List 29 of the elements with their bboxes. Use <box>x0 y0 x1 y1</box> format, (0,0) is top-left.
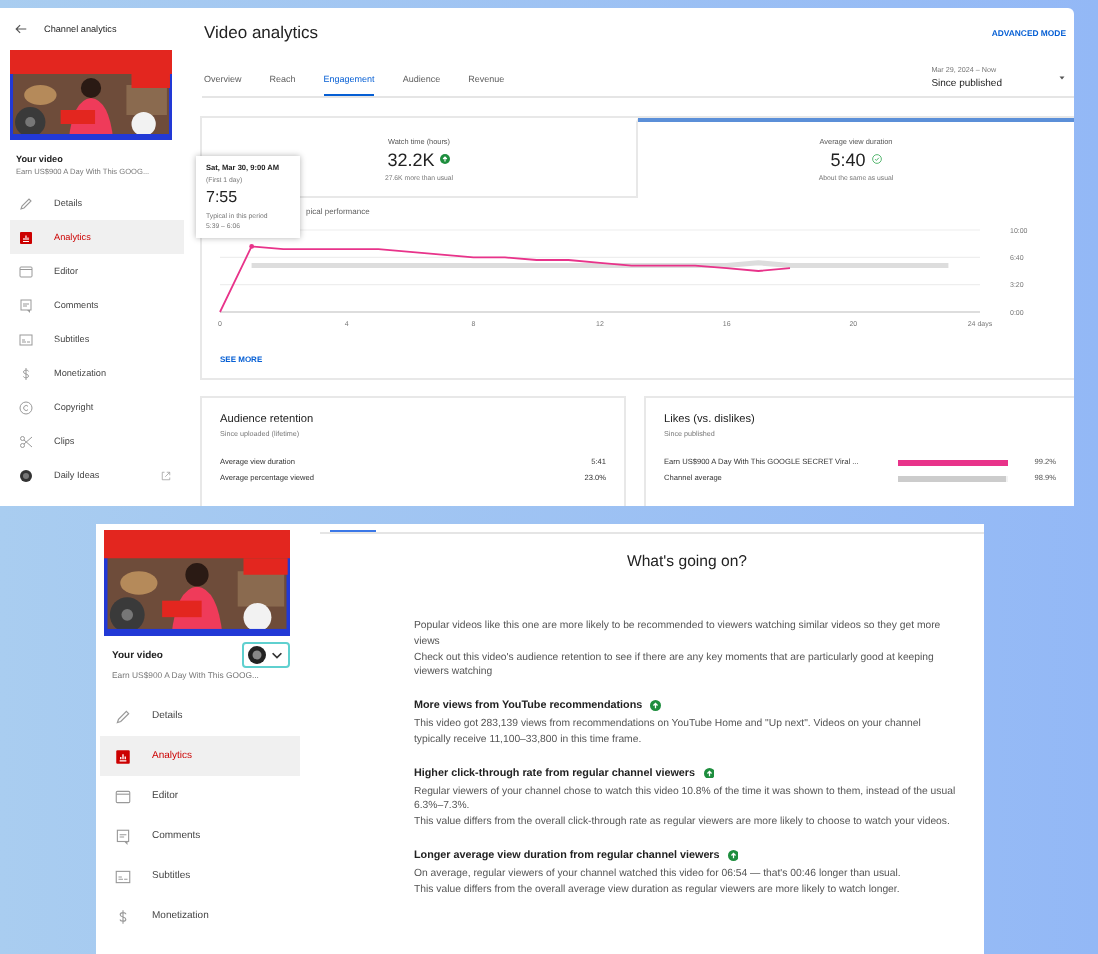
avatar-icon <box>248 646 266 664</box>
data-point <box>249 244 255 249</box>
subtitles-icon <box>18 331 34 347</box>
comment-icon <box>18 297 34 313</box>
back-arrow-icon <box>14 21 28 35</box>
chart-icon <box>114 747 132 765</box>
dropdown-caret-icon <box>1058 73 1066 81</box>
external-link-icon <box>160 469 172 481</box>
chevron-icon <box>270 648 284 662</box>
scissors-icon <box>18 433 34 449</box>
up-arrow-icon <box>727 850 739 862</box>
up-arrow-icon <box>650 700 662 712</box>
window-icon <box>18 263 34 279</box>
pencil-icon <box>114 707 132 725</box>
chart-icon <box>18 229 34 245</box>
circle-icon <box>18 467 34 483</box>
page-title: Video analytics <box>204 22 319 42</box>
metric-value: 5:40 <box>830 149 866 169</box>
tab-indicator <box>330 529 376 532</box>
metric-value: 32.2K <box>387 149 435 169</box>
dollar-icon <box>18 365 34 381</box>
window-icon <box>114 787 132 805</box>
comment-icon <box>114 827 132 845</box>
up-arrow-icon <box>703 767 714 779</box>
copyright-icon <box>18 399 34 415</box>
subtitles-icon <box>114 867 132 885</box>
dollar-icon <box>114 907 132 925</box>
pencil-icon <box>18 195 34 211</box>
account-menu-button[interactable] <box>242 642 290 668</box>
